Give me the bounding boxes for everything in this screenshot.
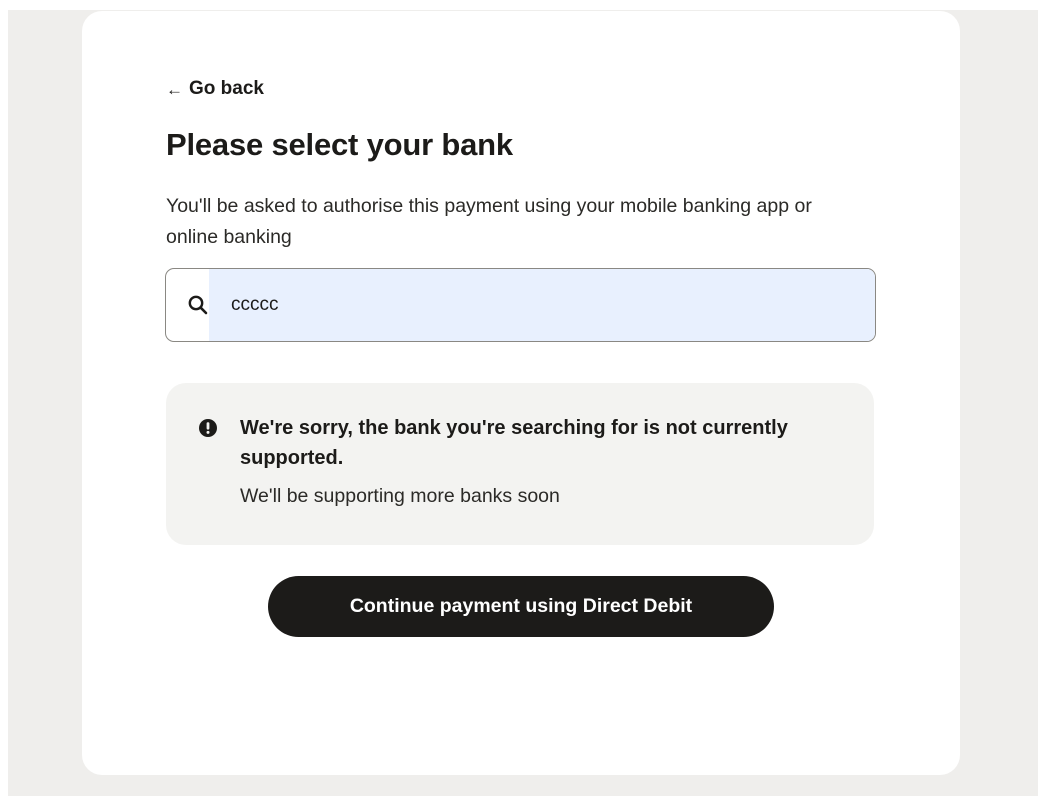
bank-search-field[interactable] xyxy=(165,268,876,342)
notice-title: We're sorry, the bank you're searching f… xyxy=(240,417,788,469)
page-subtitle: You'll be asked to authorise this paymen… xyxy=(166,195,812,248)
bank-selection-card: ← Go back Please select your bank You'll… xyxy=(82,11,960,775)
go-back-label: Go back xyxy=(189,78,264,99)
continue-direct-debit-button[interactable]: Continue payment using Direct Debit xyxy=(268,576,774,637)
search-icon xyxy=(186,293,210,317)
bank-not-supported-notice: We're sorry, the bank you're searching f… xyxy=(166,383,874,545)
go-back-link[interactable]: ← Go back xyxy=(166,75,264,103)
page-title: Please select your bank xyxy=(166,127,513,162)
alert-circle-icon xyxy=(198,418,218,438)
bank-search-input[interactable] xyxy=(209,269,875,341)
notice-body: We'll be supporting more banks soon xyxy=(240,485,560,507)
arrow-left-icon: ← xyxy=(166,79,183,99)
